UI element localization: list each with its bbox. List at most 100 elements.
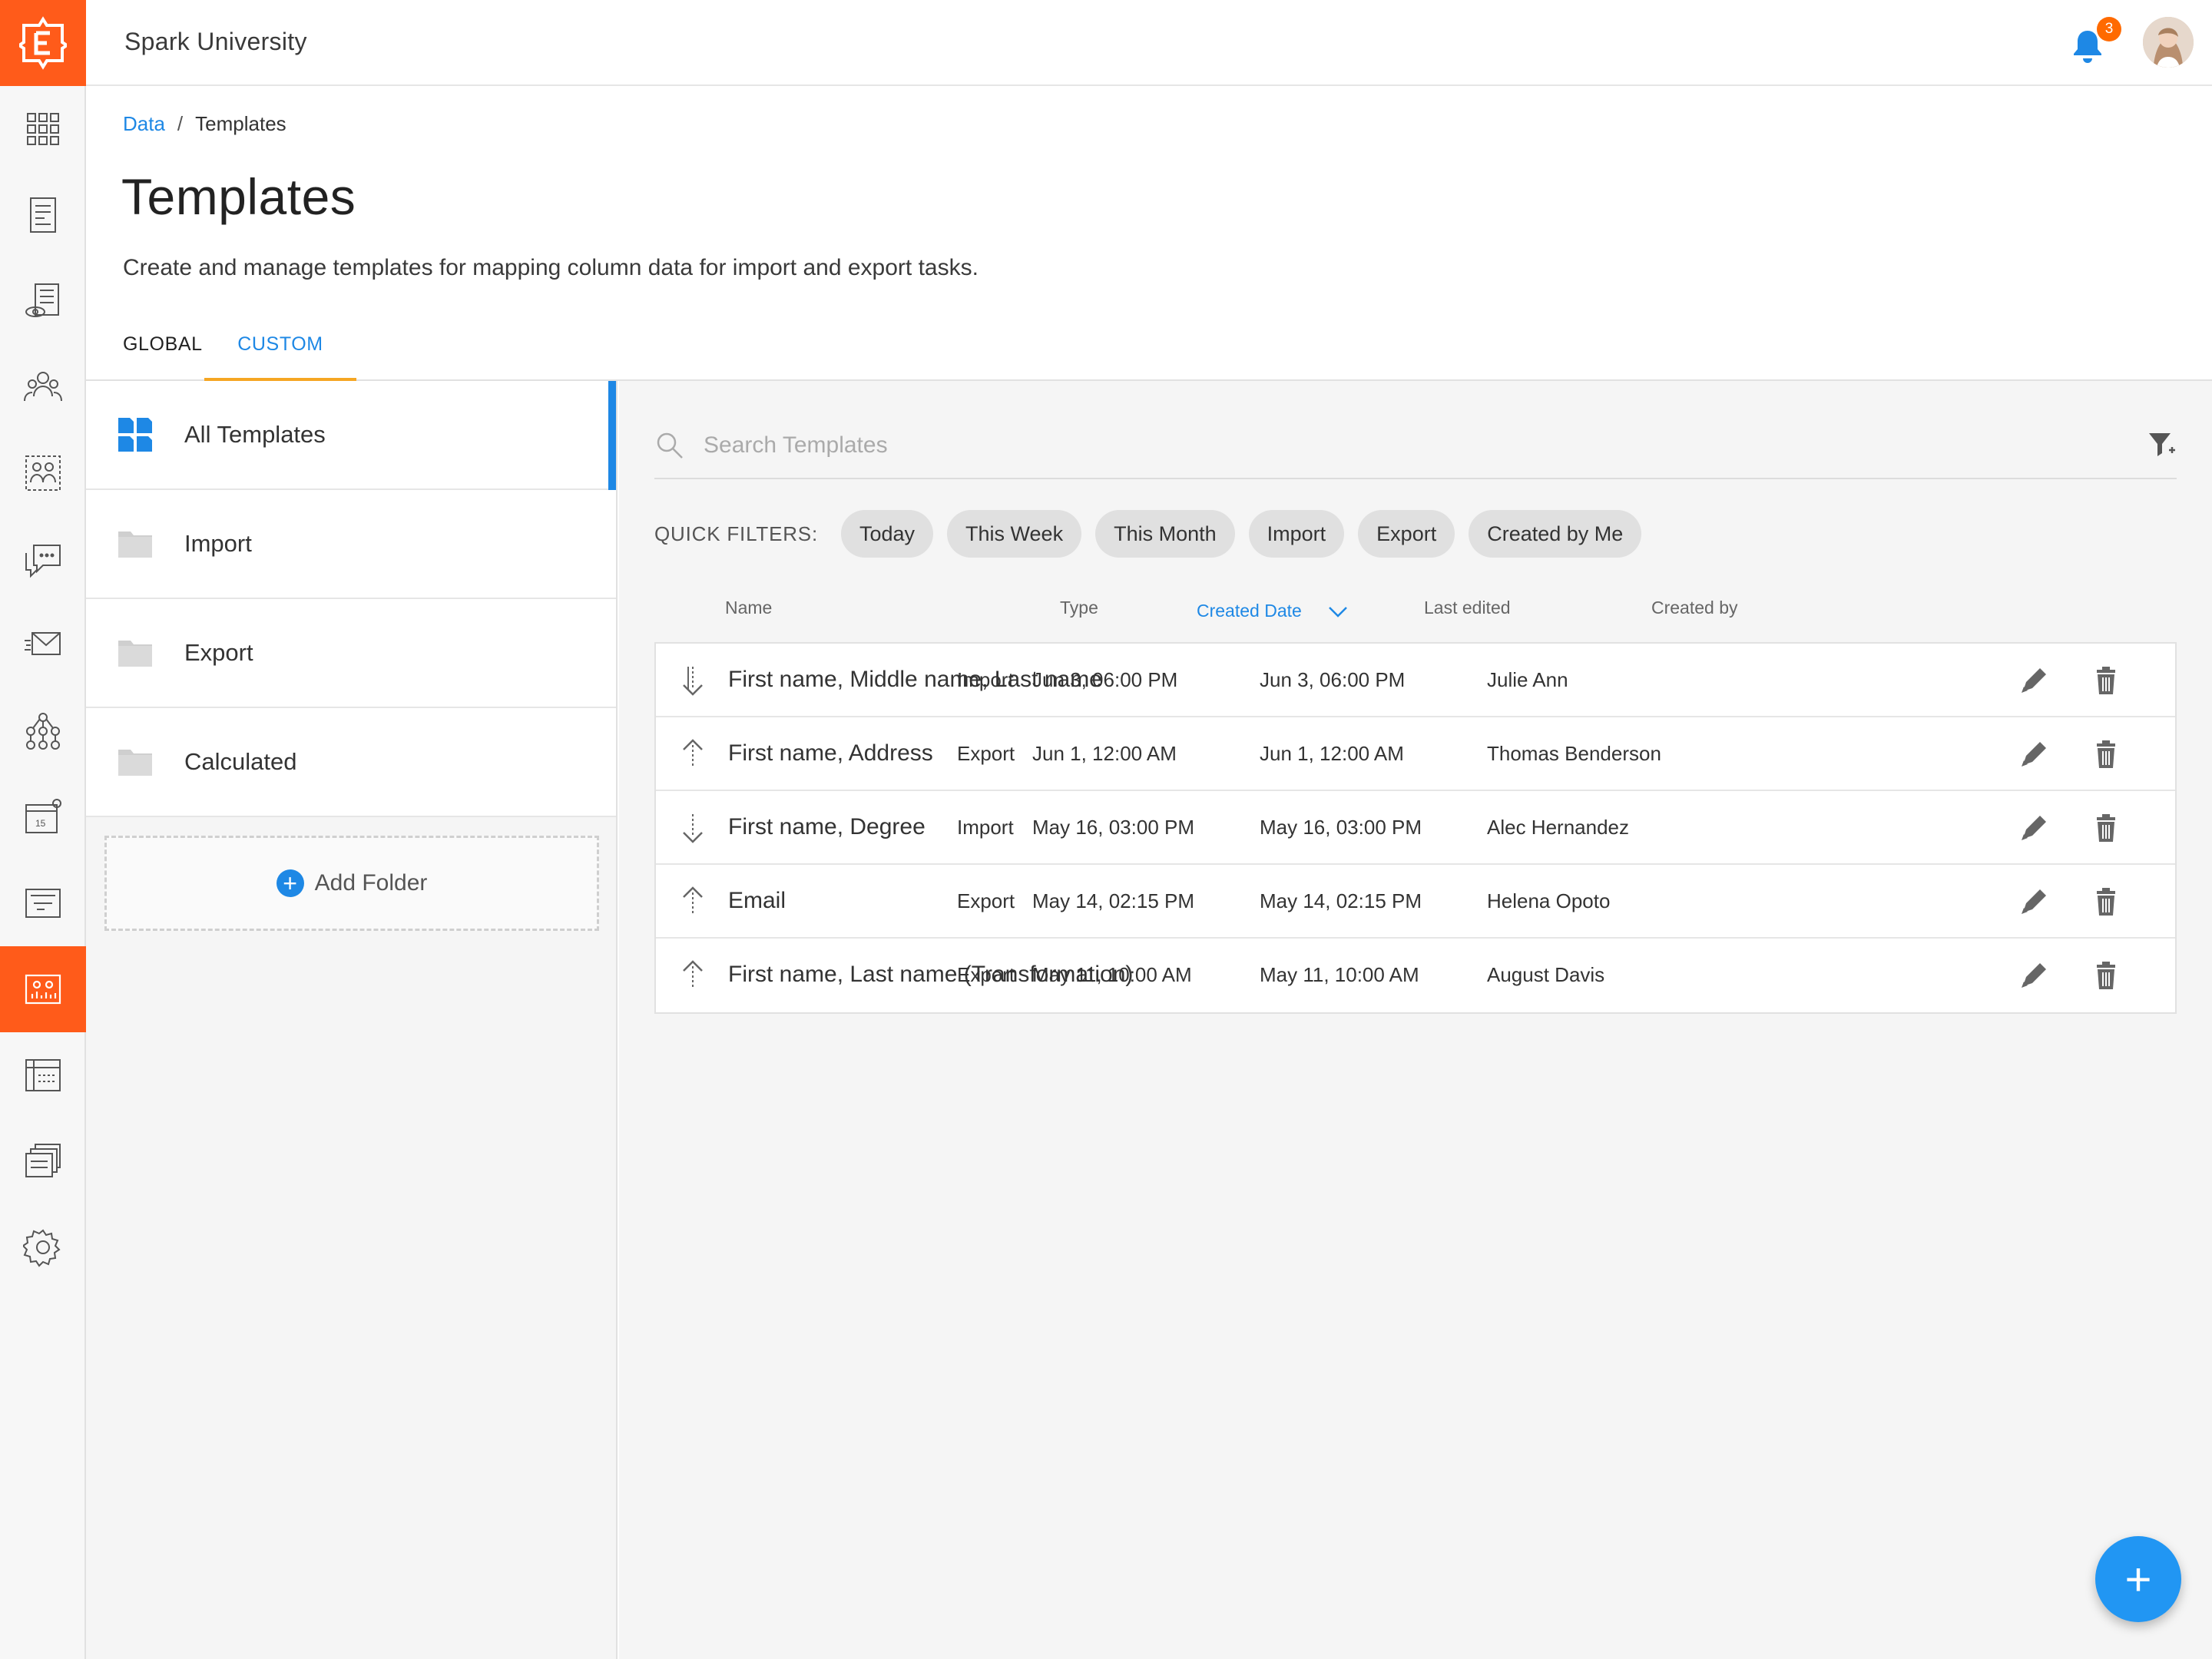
template-name: First name, Address [728,740,933,766]
folder-label: All Templates [184,421,326,448]
template-created-date: May 16, 03:00 PM [1032,816,1194,839]
rail-groups[interactable] [0,430,86,516]
template-last-edited: May 14, 02:15 PM [1260,889,1422,912]
breadcrumb-separator: / [177,112,184,135]
column-header-type[interactable]: Type [1060,598,1098,618]
rail-calendar[interactable]: 15 [0,774,86,860]
table-row[interactable]: Email Export May 14, 02:15 PM May 14, 02… [656,865,2175,939]
breadcrumb: Data / Templates [123,112,286,136]
notification-badge: 3 [2097,17,2121,41]
planner-icon [25,1059,61,1091]
pencil-icon[interactable] [2017,885,2051,919]
filter-chip-this-week[interactable]: This Week [947,510,1082,558]
app-title: Spark University [124,28,307,55]
folder-import[interactable]: Import [86,490,616,599]
breadcrumb-data-link[interactable]: Data [123,112,165,135]
filter-chip-today[interactable]: Today [840,510,934,558]
folder-calculated[interactable]: Calculated [86,708,616,817]
pencil-icon[interactable] [2017,737,2051,771]
gear-icon [23,1229,61,1267]
document-view-icon [25,283,59,317]
top-bar: Spark University 3 [86,0,2212,86]
trash-icon[interactable] [2089,885,2123,919]
folder-export[interactable]: Export [86,599,616,708]
rail-messages[interactable] [0,516,86,602]
search-input[interactable] [704,422,2086,469]
rail-dashboard[interactable] [0,86,86,172]
filter-chip-created-by-me[interactable]: Created by Me [1469,510,1642,558]
folder-label: Export [184,639,253,666]
rail-settings[interactable] [0,1204,86,1290]
column-header-name[interactable]: Name [725,598,772,618]
rail-data[interactable] [0,946,86,1032]
calendar-icon: 15 [25,799,61,833]
icon-rail: 15 [0,0,86,1659]
breadcrumb-current: Templates [195,112,286,135]
column-header-label: Created Date [1197,601,1302,621]
folder-all-templates[interactable]: All Templates [86,381,616,490]
filter-chip-this-month[interactable]: This Month [1095,510,1235,558]
export-arrow-icon [683,739,703,768]
trash-icon[interactable] [2089,959,2123,992]
rail-workflow[interactable] [0,688,86,774]
rail-people[interactable] [0,344,86,430]
filter-add-icon[interactable] [2146,429,2177,459]
rail-planner[interactable] [0,1032,86,1118]
trash-icon[interactable] [2089,664,2123,697]
add-template-button[interactable]: + [2095,1536,2181,1622]
hierarchy-icon [26,713,60,750]
search-icon [657,432,683,459]
tab-global[interactable]: GLOBAL [123,333,203,381]
folder-icon [118,750,152,776]
template-name: Email [728,888,786,913]
template-created-by: Helena Opoto [1487,889,1611,912]
folder-icon [118,531,152,558]
grid-icon [118,418,152,452]
rail-reviews[interactable] [0,258,86,344]
folder-label: Import [184,530,252,557]
quick-filters: QUICK FILTERS: Today This Week This Mont… [654,510,1655,558]
export-arrow-icon [683,886,703,916]
tab-custom[interactable]: CUSTOM [204,333,356,381]
pencil-icon[interactable] [2017,959,2051,992]
templates-table: First name, Middle name, Last name Impor… [654,642,2177,1014]
template-type: Export [957,889,1015,912]
pencil-icon[interactable] [2017,664,2051,697]
logo-icon [19,16,67,70]
template-created-date: Jun 1, 12:00 AM [1032,742,1177,765]
pencil-icon[interactable] [2017,811,2051,845]
app-logo[interactable] [0,0,86,86]
template-last-edited: May 16, 03:00 PM [1260,816,1422,839]
filter-chip-import[interactable]: Import [1248,510,1345,558]
rail-email[interactable] [0,602,86,688]
rail-library[interactable] [0,1118,86,1204]
rail-reports[interactable] [0,860,86,946]
table-row[interactable]: First name, Address Export Jun 1, 12:00 … [656,717,2175,791]
quick-filters-label: QUICK FILTERS: [654,522,818,545]
add-folder-button[interactable]: + Add Folder [104,836,599,931]
trash-icon[interactable] [2089,737,2123,771]
table-row[interactable]: First name, Middle name, Last name Impor… [656,644,2175,717]
svg-text:15: 15 [35,818,46,829]
add-folder-label: Add Folder [314,870,428,896]
column-header-created-date[interactable]: Created Date [1197,601,1348,621]
template-created-by: August Davis [1487,963,1605,986]
column-header-last-edited[interactable]: Last edited [1424,598,1511,618]
filter-chip-export[interactable]: Export [1358,510,1455,558]
template-created-by: Thomas Benderson [1487,742,1661,765]
table-row[interactable]: First name, Last name (Transformation) E… [656,939,2175,1012]
avatar[interactable] [2143,17,2194,68]
user-photo-icon [2143,17,2194,68]
page-description: Create and manage templates for mapping … [123,255,979,280]
table-header: Name Type Created Date Last edited Creat… [654,588,2177,636]
template-created-date: May 11, 10:00 AM [1032,963,1192,986]
tab-bar: GLOBAL CUSTOM [86,323,2212,381]
rail-forms[interactable] [0,172,86,258]
table-row[interactable]: First name, Degree Import May 16, 03:00 … [656,791,2175,865]
template-type: Export [957,742,1015,765]
trash-icon[interactable] [2089,811,2123,845]
import-arrow-icon [683,814,703,843]
template-type: Import [957,816,1014,839]
email-icon [25,632,61,655]
column-header-created-by[interactable]: Created by [1651,598,1738,618]
